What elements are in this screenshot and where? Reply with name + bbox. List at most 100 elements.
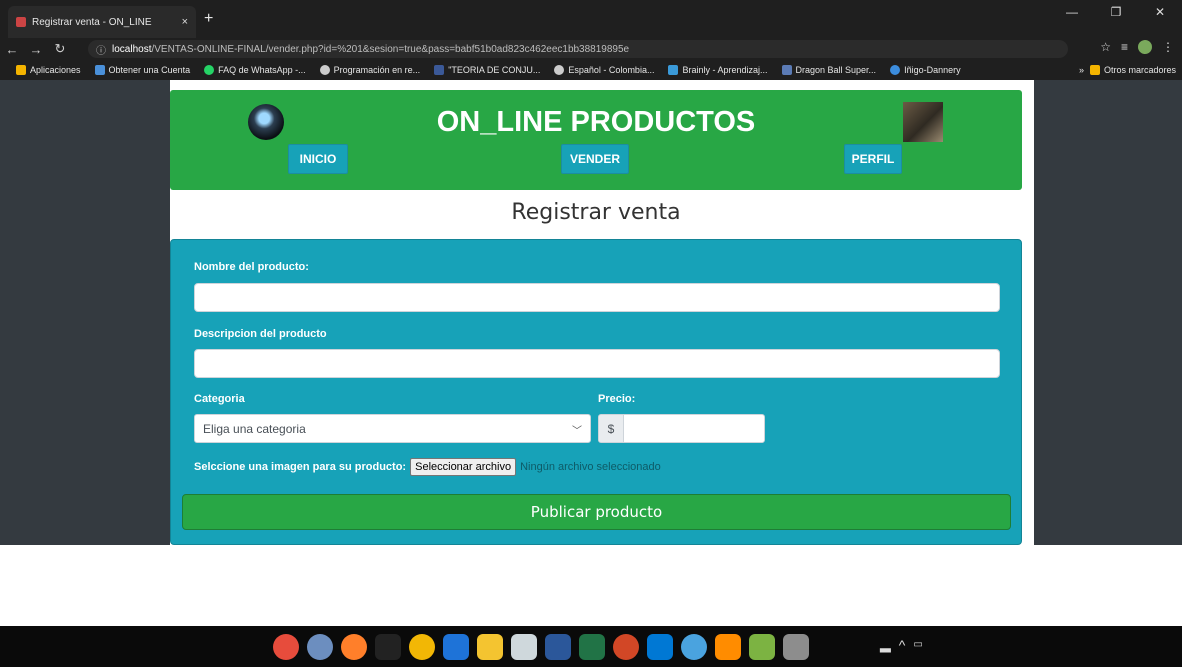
- maximize-icon[interactable]: ❐: [1094, 0, 1138, 24]
- bookmark-apps[interactable]: Aplicaciones: [16, 65, 81, 75]
- chevron-down-icon: ﹀: [572, 426, 582, 437]
- apps-grid-icon: [16, 65, 26, 75]
- reload-icon[interactable]: ↻: [48, 41, 72, 57]
- app-icon[interactable]: [715, 633, 741, 660]
- publish-product-button[interactable]: Publicar producto: [182, 494, 1011, 530]
- app-icon[interactable]: [783, 633, 809, 660]
- bookmark-favicon-icon: [668, 65, 679, 75]
- bookmark-item[interactable]: FAQ de WhatsApp -...: [204, 65, 306, 75]
- bookmark-item[interactable]: "TEORIA DE CONJU...: [434, 65, 540, 75]
- right-gutter: [1034, 80, 1182, 545]
- bookmark-star-icon[interactable]: ☆: [1100, 40, 1111, 54]
- bookmark-label: "TEORIA DE CONJU...: [448, 65, 541, 75]
- other-bookmarks[interactable]: Otros marcadores: [1089, 65, 1176, 75]
- browser-tabbar: Registrar venta - ON_LINE × + — ❐ ✕: [0, 0, 1182, 38]
- more-bookmarks-button[interactable]: »: [1079, 65, 1084, 75]
- bookmark-favicon-icon: [94, 65, 105, 75]
- globe-icon: [319, 65, 330, 75]
- bookmark-label: Aplicaciones: [30, 65, 81, 75]
- nav-perfil-button[interactable]: PERFIL: [844, 144, 902, 174]
- firefox-icon[interactable]: [341, 633, 367, 660]
- network-icon[interactable]: ▭: [913, 639, 922, 650]
- category-label: Categoria: [194, 393, 245, 405]
- bookmark-label: Iñigo-Dannery: [904, 65, 961, 75]
- os-taskbar: ▂ ^ ▭: [0, 626, 1182, 667]
- file-explorer-icon[interactable]: [477, 633, 503, 660]
- browser-tab[interactable]: Registrar venta - ON_LINE ×: [8, 6, 196, 38]
- nav-vender-button[interactable]: VENDER: [561, 144, 629, 174]
- bookmark-item[interactable]: Brainly - Aprendizaj...: [668, 65, 768, 75]
- chevron-up-icon[interactable]: ^: [899, 637, 906, 653]
- tab-title: Registrar venta - ON_LINE: [32, 16, 152, 28]
- app-icon[interactable]: [273, 633, 299, 660]
- excel-icon[interactable]: [579, 633, 605, 660]
- category-select[interactable]: Eliga una categoria ﹀: [194, 414, 591, 443]
- word-icon[interactable]: [545, 633, 571, 660]
- bookmark-favicon-icon: [434, 65, 445, 75]
- bookmark-label: Brainly - Aprendizaj...: [682, 65, 768, 75]
- product-name-label: Nombre del producto:: [194, 261, 309, 273]
- bookmark-item[interactable]: Obtener una Cuenta: [94, 65, 191, 75]
- tab-close-icon[interactable]: ×: [182, 16, 188, 28]
- bookmark-item[interactable]: Español - Colombia...: [554, 65, 654, 75]
- other-bookmarks-label: Otros marcadores: [1103, 65, 1176, 75]
- file-status: Ningún archivo seleccionado: [520, 461, 661, 473]
- page-title: Registrar venta: [511, 200, 681, 225]
- left-gutter: [0, 80, 170, 545]
- app-icon[interactable]: [681, 633, 707, 660]
- bookmark-item[interactable]: Dragon Ball Super...: [781, 65, 877, 75]
- media-icon[interactable]: ≡: [1121, 40, 1128, 54]
- browser-toolbar: ← → ↻ ⓘ localhost/VENTAS-ONLINE-FINAL/ve…: [0, 38, 1182, 60]
- bookmark-item[interactable]: Programación en re...: [319, 65, 421, 75]
- powerpoint-icon[interactable]: [613, 633, 639, 660]
- sale-form: Nombre del producto: Descripcion del pro…: [170, 239, 1022, 545]
- system-tray: ▂ ^ ▭: [880, 636, 923, 653]
- bookmark-favicon-icon: [890, 65, 901, 75]
- profile-avatar-icon[interactable]: [1138, 40, 1152, 54]
- currency-prefix: $: [598, 414, 624, 443]
- edge-icon[interactable]: [443, 633, 469, 660]
- url-host: localhost: [112, 43, 152, 55]
- window-controls: — ❐ ✕: [1050, 0, 1182, 24]
- price-label: Precio:: [598, 393, 636, 405]
- bookmark-label: FAQ de WhatsApp -...: [218, 65, 306, 75]
- choose-file-button[interactable]: Seleccionar archivo: [410, 458, 517, 476]
- bookmark-item[interactable]: Iñigo-Dannery: [890, 65, 961, 75]
- url-path: /VENTAS-ONLINE-FINAL/vender.php?id=%201&…: [151, 43, 630, 55]
- description-input[interactable]: [194, 349, 1000, 378]
- site-title: ON_LINE PRODUCTOS: [436, 106, 756, 138]
- globe-icon: [554, 65, 565, 75]
- site-header: ON_LINE PRODUCTOS INICIO VENDER PERFIL: [170, 90, 1022, 190]
- price-input[interactable]: [623, 414, 765, 443]
- notepad-icon[interactable]: [511, 633, 537, 660]
- info-icon[interactable]: ⓘ: [96, 42, 106, 57]
- menu-icon[interactable]: ⋮: [1162, 40, 1174, 54]
- bookmark-label: Obtener una Cuenta: [108, 65, 191, 75]
- new-tab-button[interactable]: +: [204, 10, 213, 28]
- product-name-input[interactable]: [194, 283, 1000, 312]
- tray-app-icon[interactable]: ▂: [880, 636, 891, 653]
- image-upload-row: Selccione una imagen para su producto: S…: [194, 458, 661, 476]
- bookmark-label: Programación en re...: [333, 65, 421, 75]
- bookmarks-bar: Aplicaciones Obtener una Cuenta FAQ de W…: [0, 60, 1182, 80]
- address-bar[interactable]: ⓘ localhost/VENTAS-ONLINE-FINAL/vender.p…: [88, 40, 1068, 58]
- minimize-icon[interactable]: —: [1050, 0, 1094, 24]
- chrome-icon[interactable]: [409, 633, 435, 660]
- close-window-icon[interactable]: ✕: [1138, 0, 1182, 24]
- app-icon[interactable]: [749, 633, 775, 660]
- whatsapp-icon: [204, 65, 215, 75]
- vscode-icon[interactable]: [647, 633, 673, 660]
- description-label: Descripcion del producto: [194, 328, 327, 340]
- chromium-icon[interactable]: [307, 633, 333, 660]
- bookmark-label: Español - Colombia...: [568, 65, 655, 75]
- bookmark-label: Dragon Ball Super...: [795, 65, 877, 75]
- page-viewport: ON_LINE PRODUCTOS INICIO VENDER PERFIL R…: [0, 80, 1182, 545]
- image-label: Selccione una imagen para su producto:: [194, 461, 407, 473]
- bookmark-favicon-icon: [781, 65, 792, 75]
- profile-picture: [903, 102, 943, 142]
- app-icon[interactable]: [375, 633, 401, 660]
- category-selected-value: Eliga una categoria: [203, 421, 306, 436]
- forward-icon[interactable]: →: [24, 42, 48, 57]
- nav-inicio-button[interactable]: INICIO: [288, 144, 348, 174]
- back-icon[interactable]: ←: [0, 42, 24, 57]
